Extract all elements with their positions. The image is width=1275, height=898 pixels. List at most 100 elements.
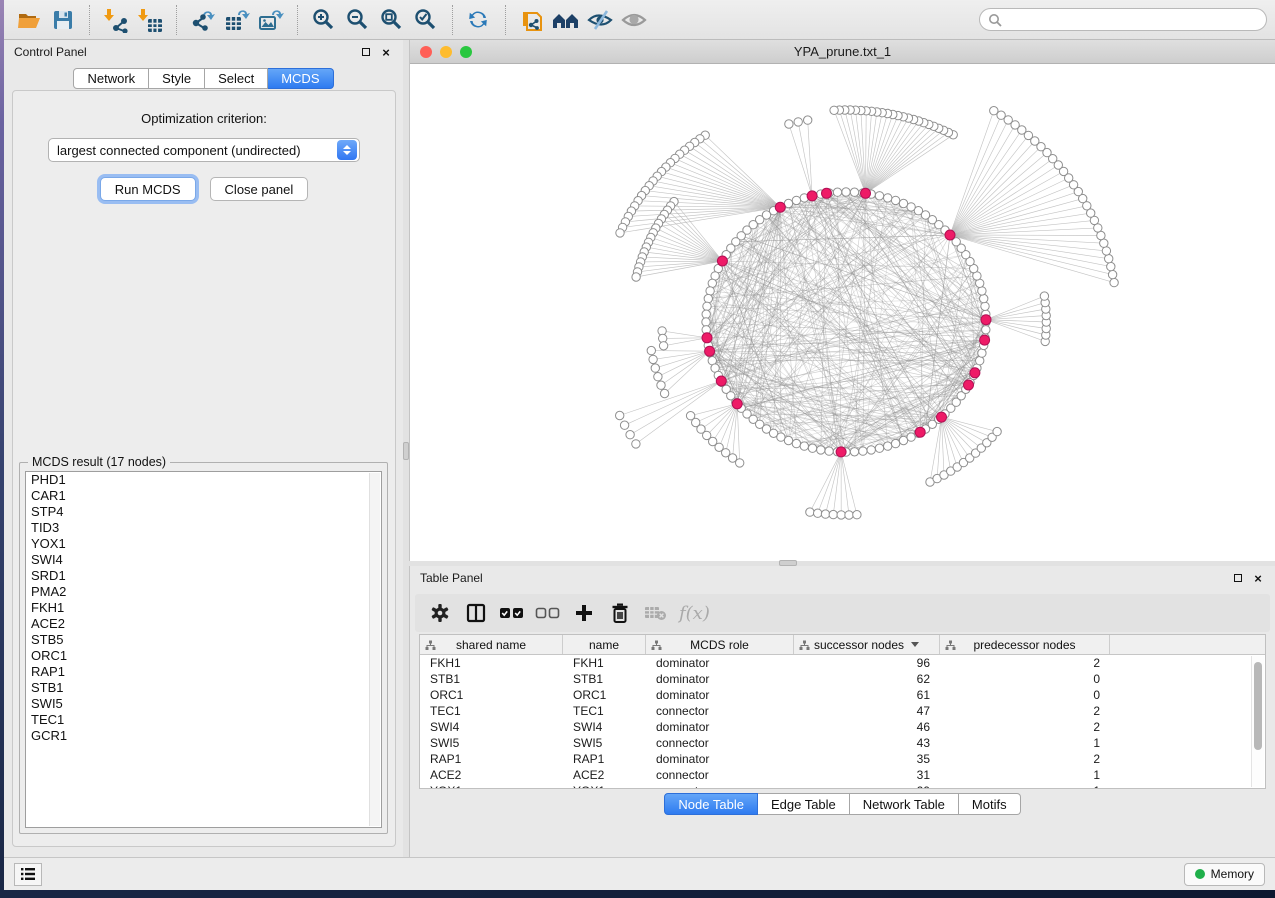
zoom-selected-icon (413, 7, 439, 33)
search-input[interactable] (1007, 13, 1258, 27)
list-scrollbar-track[interactable] (369, 473, 380, 826)
mcds-result-item[interactable]: SWI5 (26, 696, 381, 712)
network-graph-svg[interactable] (410, 64, 1275, 560)
network-canvas[interactable] (410, 64, 1275, 561)
memory-button[interactable]: Memory (1184, 863, 1265, 886)
table-cell: connector (646, 703, 794, 719)
mcds-result-item[interactable]: CAR1 (26, 488, 381, 504)
deselect-all-columns-button[interactable] (533, 598, 563, 628)
import-network-icon (103, 7, 129, 33)
column-header-shared-name[interactable]: shared name (420, 635, 563, 654)
open-file-button[interactable] (12, 4, 46, 36)
refresh-layout-button[interactable] (462, 4, 496, 36)
tab-edge-table[interactable]: Edge Table (758, 793, 850, 815)
table-row[interactable]: TEC1TEC1connector472 (420, 703, 1265, 719)
zoom-in-button[interactable] (307, 4, 341, 36)
table-cell: YOX1 (420, 783, 563, 789)
namespace-icon (799, 640, 810, 654)
zoom-fit-button[interactable] (375, 4, 409, 36)
mcds-result-item[interactable]: TEC1 (26, 712, 381, 728)
table-scrollbar-thumb[interactable] (1254, 662, 1262, 750)
hide-selected-button[interactable] (583, 4, 617, 36)
mcds-result-item[interactable]: STB5 (26, 632, 381, 648)
mcds-result-item[interactable]: STP4 (26, 504, 381, 520)
table-cell: 2 (940, 655, 1110, 671)
mcds-result-item[interactable]: YOX1 (26, 536, 381, 552)
new-network-from-selection-button[interactable] (515, 4, 549, 36)
export-table-button[interactable] (220, 4, 254, 36)
column-header-name[interactable]: name (563, 635, 646, 654)
import-network-button[interactable] (99, 4, 133, 36)
close-panel-button[interactable]: × (379, 45, 393, 59)
first-neighbors-button[interactable] (549, 4, 583, 36)
mcds-result-item[interactable]: TID3 (26, 520, 381, 536)
export-network-button[interactable] (186, 4, 220, 36)
table-row[interactable]: FKH1FKH1dominator962 (420, 655, 1265, 671)
table-row[interactable]: ORC1ORC1dominator610 (420, 687, 1265, 703)
mcds-result-item[interactable]: RAP1 (26, 664, 381, 680)
tab-node-table[interactable]: Node Table (664, 793, 758, 815)
task-history-button[interactable] (14, 863, 42, 886)
mcds-result-group: MCDS result (17 nodes) PHD1CAR1STP4TID3Y… (19, 462, 388, 834)
tab-network[interactable]: Network (73, 68, 149, 89)
tab-motifs[interactable]: Motifs (959, 793, 1021, 815)
column-header-successor-nodes[interactable]: successor nodes (794, 635, 940, 654)
gear-icon (429, 602, 451, 624)
table-row[interactable]: YOX1YOX1connector291 (420, 783, 1265, 789)
import-table-button[interactable] (133, 4, 167, 36)
mcds-result-item[interactable]: PHD1 (26, 472, 381, 488)
save-icon (51, 8, 75, 32)
table-settings-button[interactable] (425, 598, 455, 628)
mcds-result-item[interactable]: SWI4 (26, 552, 381, 568)
delete-column-button[interactable] (605, 598, 635, 628)
zoom-selected-button[interactable] (409, 4, 443, 36)
float-panel-button[interactable] (359, 45, 373, 59)
mcds-result-item[interactable]: STB1 (26, 680, 381, 696)
run-mcds-button[interactable]: Run MCDS (100, 177, 196, 201)
criterion-dropdown[interactable]: largest connected component (undirected) (48, 138, 360, 162)
mcds-result-item[interactable]: SRD1 (26, 568, 381, 584)
export-image-button[interactable] (254, 4, 288, 36)
unchecked-checkboxes-icon (535, 606, 561, 620)
mcds-result-group-title: MCDS result (17 nodes) (28, 455, 170, 469)
function-builder-button-disabled[interactable]: f(x) (677, 603, 710, 624)
mcds-result-item[interactable]: FKH1 (26, 600, 381, 616)
table-row[interactable]: RAP1RAP1dominator352 (420, 751, 1265, 767)
table-row[interactable]: SWI4SWI4dominator462 (420, 719, 1265, 735)
table-cell: dominator (646, 671, 794, 687)
mcds-result-item[interactable]: PMA2 (26, 584, 381, 600)
tab-mcds[interactable]: MCDS (268, 68, 333, 89)
tab-select[interactable]: Select (205, 68, 268, 89)
search-box[interactable] (979, 8, 1267, 31)
zoom-out-button[interactable] (341, 4, 375, 36)
dropdown-stepper-icon (337, 140, 357, 160)
table-cell: 1 (940, 783, 1110, 789)
mcds-result-item[interactable]: ORC1 (26, 648, 381, 664)
column-header-predecessor-nodes[interactable]: predecessor nodes (940, 635, 1110, 654)
table-row[interactable]: ACE2ACE2connector311 (420, 767, 1265, 783)
delete-table-button-disabled[interactable] (641, 598, 671, 628)
select-all-columns-button[interactable] (497, 598, 527, 628)
network-window-titlebar: YPA_prune.txt_1 (410, 40, 1275, 64)
main-toolbar (4, 0, 1275, 40)
table-panel: Table Panel × (409, 566, 1275, 857)
table-cell: RAP1 (420, 751, 563, 767)
table-row[interactable]: STB1STB1dominator620 (420, 671, 1265, 687)
table-scrollbar[interactable] (1251, 656, 1264, 787)
save-session-button[interactable] (46, 4, 80, 36)
float-table-panel-button[interactable] (1231, 571, 1245, 585)
splitter-grip[interactable] (403, 442, 409, 460)
close-table-panel-button[interactable]: × (1251, 571, 1265, 585)
show-column-panel-button[interactable] (461, 598, 491, 628)
tab-style[interactable]: Style (149, 68, 205, 89)
table-row[interactable]: SWI5SWI5connector431 (420, 735, 1265, 751)
mcds-result-item[interactable]: ACE2 (26, 616, 381, 632)
column-header-MCDS-role[interactable]: MCDS role (646, 635, 794, 654)
close-panel-action-button[interactable]: Close panel (210, 177, 309, 201)
tab-network-table[interactable]: Network Table (850, 793, 959, 815)
mcds-result-list[interactable]: PHD1CAR1STP4TID3YOX1SWI4SRD1PMA2FKH1ACE2… (25, 471, 382, 828)
create-column-button[interactable] (569, 598, 599, 628)
mcds-result-item[interactable]: GCR1 (26, 728, 381, 744)
network-view-window: YPA_prune.txt_1 (409, 40, 1275, 561)
show-all-button[interactable] (617, 4, 651, 36)
